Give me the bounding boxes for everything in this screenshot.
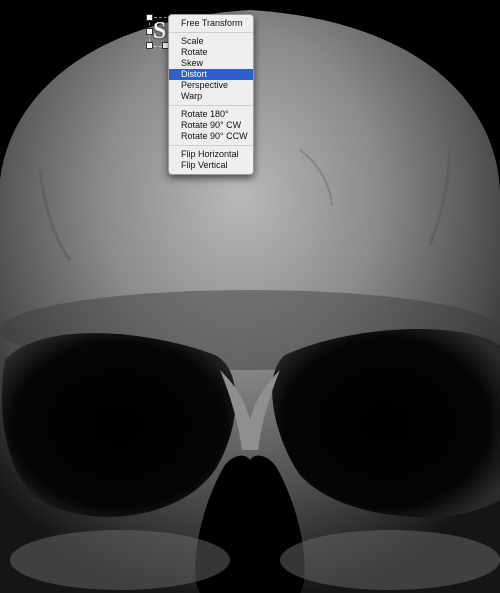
menu-item-free-transform[interactable]: Free Transform	[169, 18, 253, 29]
menu-item-skew[interactable]: Skew	[169, 58, 253, 69]
menu-item-warp[interactable]: Warp	[169, 91, 253, 102]
menu-item-scale[interactable]: Scale	[169, 36, 253, 47]
menu-item-rotate-90-ccw[interactable]: Rotate 90° CCW	[169, 131, 253, 142]
menu-item-rotate-90-cw[interactable]: Rotate 90° CW	[169, 120, 253, 131]
cheek-left	[10, 530, 230, 590]
menu-item-distort[interactable]: Distort	[169, 69, 253, 80]
transform-handle-top-left[interactable]	[146, 14, 153, 21]
menu-separator	[169, 105, 253, 106]
transform-context-menu: Free Transform Scale Rotate Skew Distort…	[168, 14, 254, 175]
menu-item-flip-vertical[interactable]: Flip Vertical	[169, 160, 253, 171]
transform-handle-mid-left[interactable]	[146, 28, 153, 35]
cheek-right	[280, 530, 500, 590]
menu-separator	[169, 145, 253, 146]
menu-item-rotate[interactable]: Rotate	[169, 47, 253, 58]
transform-handle-bottom-left[interactable]	[146, 42, 153, 49]
menu-item-rotate-180[interactable]: Rotate 180°	[169, 109, 253, 120]
menu-item-perspective[interactable]: Perspective	[169, 80, 253, 91]
menu-separator	[169, 32, 253, 33]
menu-item-flip-horizontal[interactable]: Flip Horizontal	[169, 149, 253, 160]
